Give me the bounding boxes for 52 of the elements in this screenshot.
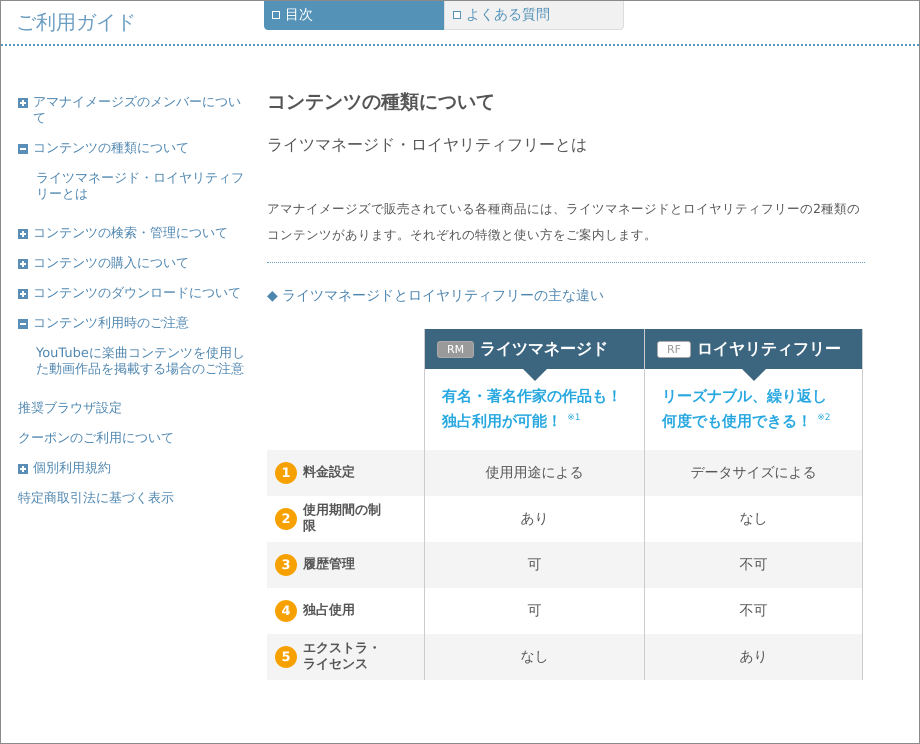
row-label: 料金設定 [303,465,355,481]
subheading: ライツマネージド・ロイヤリティフリーとは [267,135,588,156]
sidebar-item[interactable]: コンテンツ利用時のご注意 [18,313,250,343]
pointer-icon [742,369,766,381]
sidebar-item[interactable]: 個別利用規約 [18,458,250,488]
collapse-icon[interactable] [18,319,28,329]
tagline: 有名・著名作家の作品も！ [442,386,622,407]
table-cell: データサイズによる [644,450,863,496]
sidebar-item[interactable]: 特定商取引法に基づく表示 [18,488,250,518]
sidebar-item[interactable]: コンテンツのダウンロードについて [18,283,250,313]
table-cell: なし [424,634,644,680]
collapse-icon[interactable] [18,144,28,154]
expand-icon[interactable] [18,229,28,239]
table-cell: 不可 [644,542,863,588]
row-label: エクストラ・ライセンス [303,641,382,673]
expand-icon[interactable] [18,98,28,108]
tab[interactable]: よくある質問 [444,1,624,30]
tagline: 何度でも使用できる！ $^{※2}$ [662,411,831,432]
number-badge: 2 [275,508,297,530]
table-cell: 使用用途による [424,450,644,496]
sidebar-item[interactable]: コンテンツの検索・管理について [18,223,250,253]
sidebar-item[interactable]: アマナイメージズのメンバーについて [18,92,250,138]
table-cell: 不可 [644,588,863,634]
table-cell: あり [644,634,863,680]
sidebar-item[interactable]: コンテンツの購入について [18,253,250,283]
page-title: ご利用ガイド [15,9,137,36]
sidebar-subitem[interactable]: ライツマネージド・ロイヤリティフリーとは [18,168,250,223]
row-label: 履歴管理 [303,557,355,573]
sidebar-item[interactable]: 推奨ブラウザ設定 [18,398,250,428]
sidebar-item[interactable]: クーポンのご利用について [18,428,250,458]
pointer-icon [522,369,546,381]
sidebar-subitem[interactable]: YouTubeに楽曲コンテンツを使用した動画作品を掲載する場合のご注意 [18,343,250,398]
tagline: 独占利用が可能！ $^{※1}$ [442,411,581,432]
bullet-icon [453,11,461,19]
row-label: 独占使用 [303,603,355,619]
section-heading: ◆ ライツマネージドとロイヤリティフリーの主な違い [267,287,606,305]
sidebar-item[interactable]: コンテンツの種類について [18,138,250,168]
expand-icon[interactable] [18,464,28,474]
intro-paragraph: アマナイメージズで販売されている各種商品には、ライツマネージドとロイヤリティフリーの2種類のコンテンツがあります。それぞれの特徴と使い方をご案内します。 [267,196,865,263]
tab[interactable]: 目次 [264,1,444,30]
number-badge: 1 [275,462,297,484]
tagline: リーズナブル、繰り返し [662,386,827,407]
bullet-icon [272,11,280,19]
table-cell: 可 [424,542,644,588]
expand-icon[interactable] [18,289,28,299]
expand-icon[interactable] [18,259,28,269]
page-heading: コンテンツの種類について [267,90,496,115]
number-badge: 4 [275,600,297,622]
number-badge: 5 [275,646,297,668]
number-badge: 3 [275,554,297,576]
row-label: 使用期間の制限 [303,503,382,535]
table-cell: なし [644,496,863,542]
